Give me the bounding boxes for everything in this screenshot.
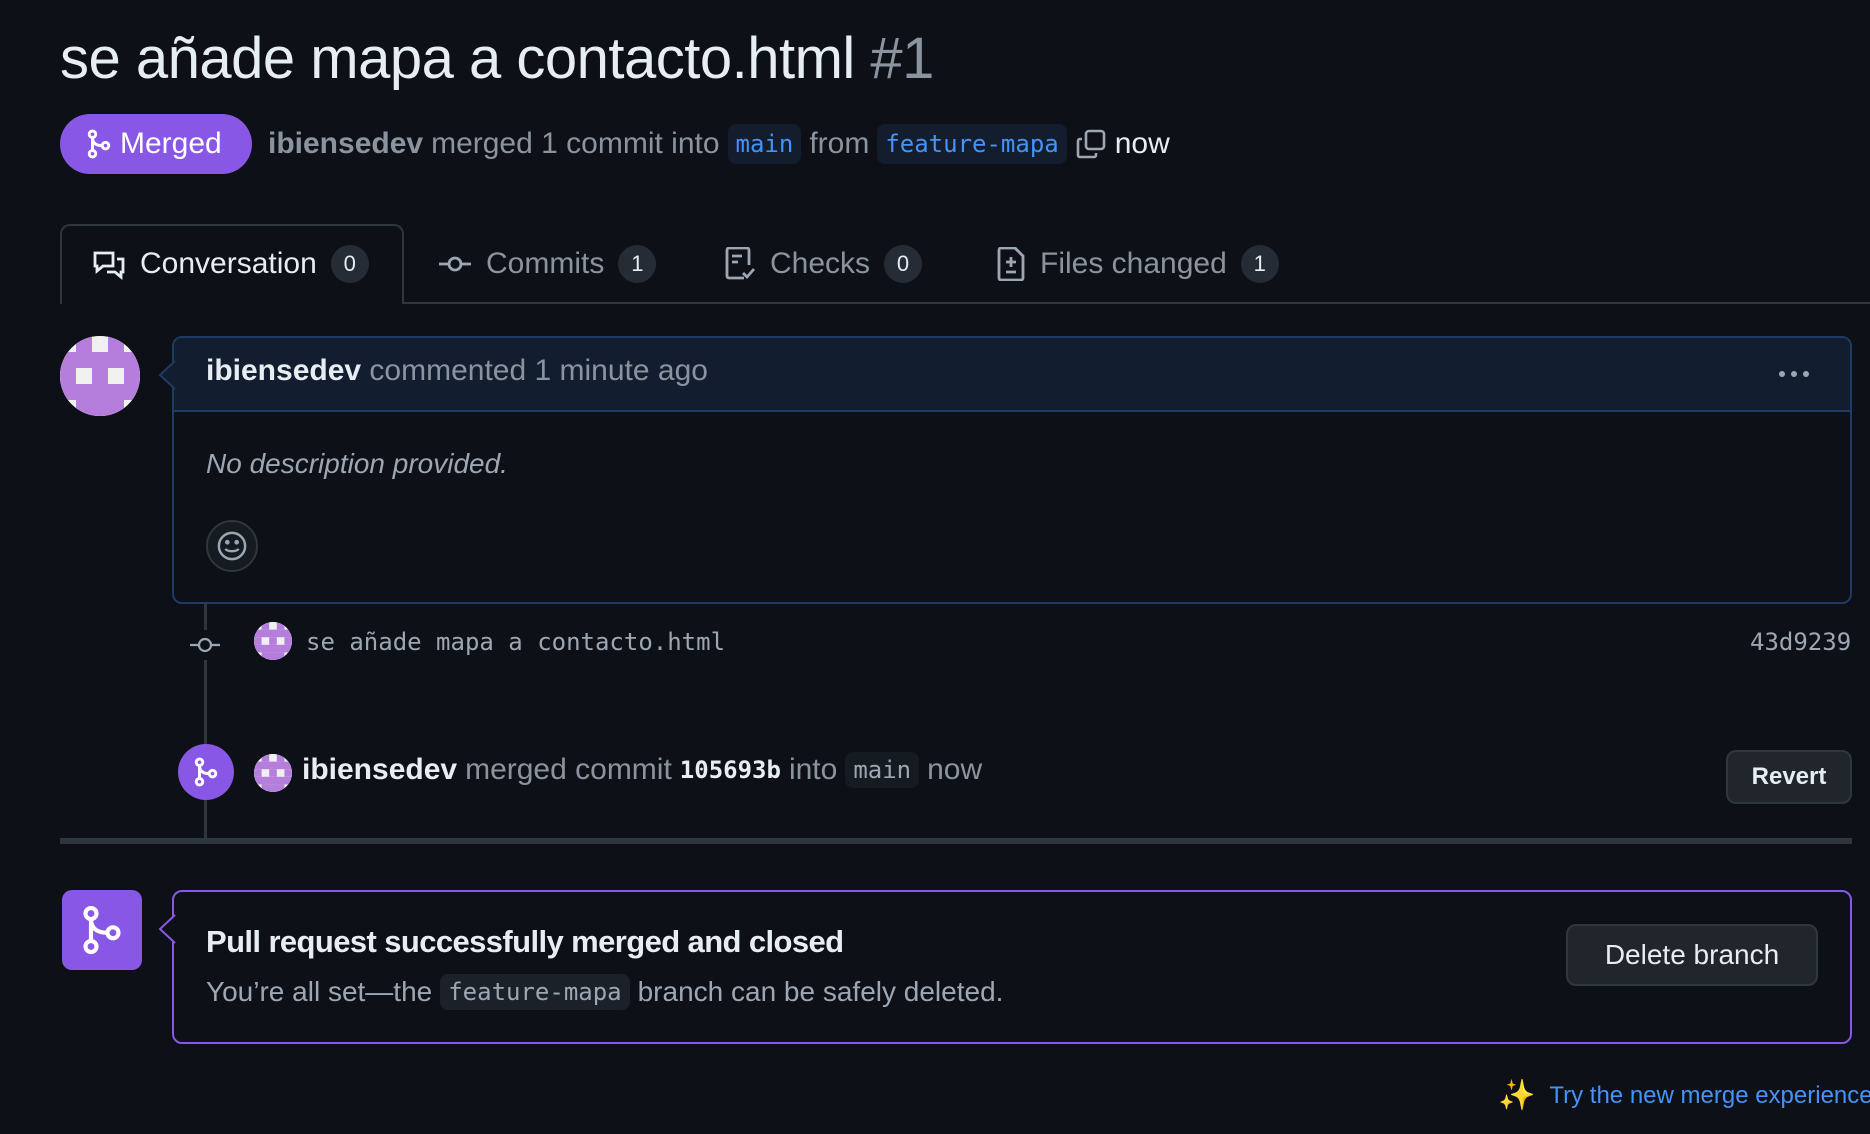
status-badge-label: Merged bbox=[120, 127, 222, 160]
comment-header-text: ibiensedev commented 1 minute ago bbox=[206, 354, 708, 388]
sparkle-icon: ✨ bbox=[1498, 1079, 1536, 1112]
smiley-icon bbox=[217, 531, 247, 561]
commit-sha[interactable]: 43d9239 bbox=[1750, 628, 1851, 656]
merged-box-caret bbox=[158, 914, 176, 944]
git-merge-icon bbox=[62, 890, 142, 970]
kebab-horizontal-icon[interactable] bbox=[1776, 362, 1812, 386]
new-merge-link[interactable]: Try the new merge experience bbox=[1549, 1082, 1870, 1110]
tab-counter: 0 bbox=[330, 245, 369, 283]
merged-description: You’re all set—the feature-mapa branch c… bbox=[206, 974, 1003, 1010]
merge-event-text1: merged commit bbox=[465, 753, 672, 786]
add-reaction-button[interactable] bbox=[206, 520, 258, 572]
head-branch[interactable]: feature-mapa bbox=[877, 124, 1067, 164]
merge-event-time: now bbox=[927, 753, 983, 786]
git-commit-icon bbox=[438, 254, 472, 274]
git-merge-icon bbox=[178, 744, 234, 800]
checklist-icon bbox=[724, 247, 756, 281]
tab-label: Checks bbox=[770, 247, 871, 280]
tab-files-changed[interactable]: Files changed 1 bbox=[996, 224, 1279, 304]
comment-action: commented 1 minute ago bbox=[369, 354, 708, 387]
delete-branch-button[interactable]: Delete branch bbox=[1566, 924, 1818, 986]
merged-text: merged 1 commit into bbox=[431, 127, 720, 160]
base-branch[interactable]: main bbox=[727, 124, 802, 164]
tab-label: Files changed bbox=[1040, 247, 1227, 280]
comment-discussion-icon bbox=[92, 248, 126, 280]
copy-icon[interactable] bbox=[1075, 128, 1107, 160]
commit-message[interactable]: se añade mapa a contacto.html bbox=[306, 628, 725, 656]
tab-counter: 1 bbox=[1240, 245, 1279, 283]
status-badge: Merged bbox=[60, 114, 252, 174]
merge-summary: ibiensedev merged 1 commit into main fro… bbox=[268, 120, 1170, 168]
new-merge-experience[interactable]: ✨ Try the new merge experience bbox=[1498, 1078, 1870, 1113]
author-link[interactable]: ibiensedev bbox=[268, 127, 423, 161]
tab-label: Conversation bbox=[140, 247, 317, 280]
merge-time: now bbox=[1114, 127, 1170, 160]
merge-commit-sha[interactable]: 105693b bbox=[680, 756, 781, 784]
merge-event-text2: into bbox=[788, 753, 838, 786]
merge-event: ibiensedev merged commit 105693b into ma… bbox=[302, 752, 982, 788]
comment-author[interactable]: ibiensedev bbox=[206, 354, 361, 387]
merged-desc-before: You’re all set—the bbox=[206, 976, 433, 1007]
merge-target-branch[interactable]: main bbox=[845, 752, 920, 788]
tab-counter: 0 bbox=[884, 245, 923, 283]
merged-desc-after: branch can be safely deleted. bbox=[637, 976, 1004, 1007]
merge-author[interactable]: ibiensedev bbox=[302, 753, 457, 787]
avatar[interactable] bbox=[60, 336, 140, 416]
revert-button[interactable]: Revert bbox=[1726, 750, 1852, 804]
comment-caret bbox=[158, 360, 176, 390]
git-commit-icon bbox=[190, 630, 220, 660]
git-merge-icon bbox=[86, 129, 112, 159]
tab-label: Commits bbox=[486, 247, 605, 280]
page-title: se añade mapa a contacto.html #1 bbox=[60, 24, 934, 94]
file-diff-icon bbox=[996, 247, 1026, 281]
tab-counter: 1 bbox=[618, 245, 657, 283]
tab-commits[interactable]: Commits 1 bbox=[438, 224, 657, 304]
timeline-divider bbox=[60, 838, 1852, 844]
comment-body: No description provided. bbox=[206, 448, 508, 479]
pr-number: #1 bbox=[870, 26, 934, 91]
tab-checks[interactable]: Checks 0 bbox=[724, 224, 923, 304]
avatar[interactable] bbox=[254, 754, 292, 792]
pr-title: se añade mapa a contacto.html bbox=[60, 26, 855, 91]
avatar[interactable] bbox=[254, 622, 292, 660]
merged-title: Pull request successfully merged and clo… bbox=[206, 924, 844, 959]
from-text: from bbox=[809, 127, 870, 160]
deletable-branch: feature-mapa bbox=[440, 974, 630, 1010]
tab-conversation[interactable]: Conversation 0 bbox=[92, 224, 369, 304]
